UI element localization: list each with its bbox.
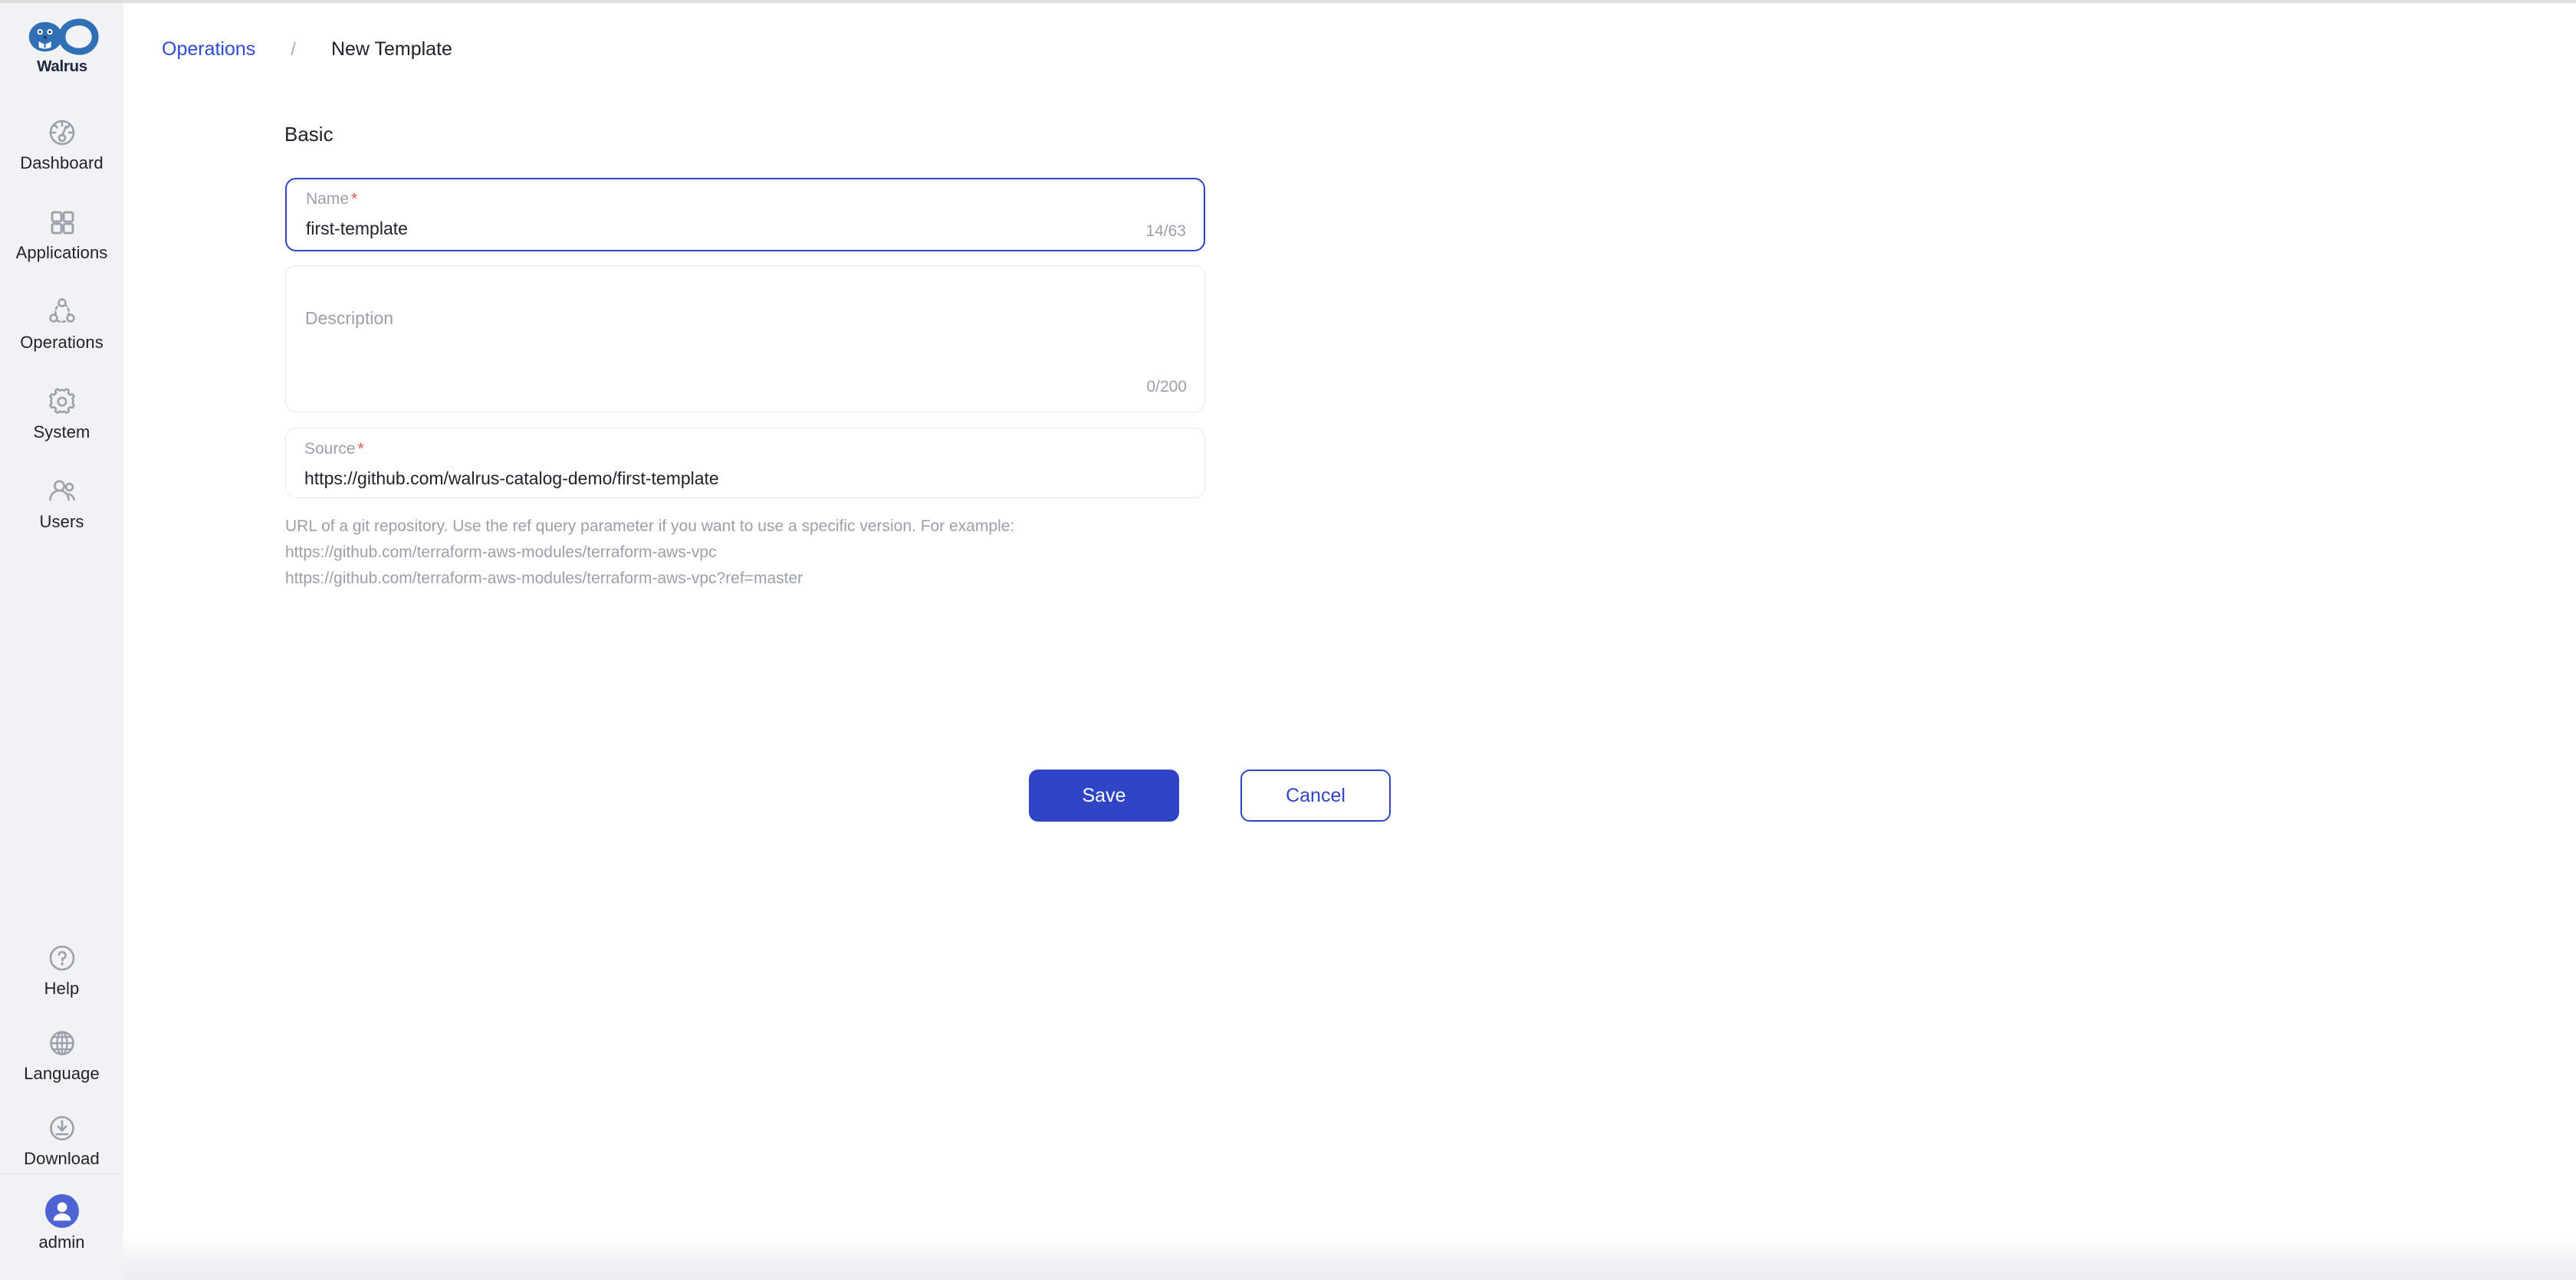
app-window: Operations / New Template Basic Name * f… <box>0 0 2576 1280</box>
sidebar-user-admin[interactable]: admin <box>0 1174 123 1280</box>
brand-logo[interactable]: Walrus <box>0 18 123 76</box>
breadcrumb: Operations / New Template <box>162 38 452 61</box>
sidebar-item-users[interactable]: Users <box>0 464 123 540</box>
sidebar-item-system-label: System <box>33 422 90 441</box>
svg-text:Walrus: Walrus <box>37 57 87 75</box>
walrus-infinity-logo-icon <box>28 18 99 55</box>
name-field-value[interactable]: first-template <box>306 220 408 238</box>
source-hint-line-2: https://github.com/terraform-aws-modules… <box>285 543 717 562</box>
description-field-placeholder: Description <box>305 308 394 328</box>
name-field-label-text: Name <box>306 190 350 208</box>
breadcrumb-link-operations[interactable]: Operations <box>162 38 255 61</box>
dashboard-gauge-icon <box>49 120 74 146</box>
globe-icon <box>49 1031 74 1055</box>
source-hint-text: URL of a git repository. Use the ref que… <box>285 514 1205 592</box>
nodes-network-icon <box>48 298 75 323</box>
name-field-counter: 14/63 <box>1145 222 1186 240</box>
source-required-asterisk: * <box>357 440 364 458</box>
download-circle-icon <box>49 1116 74 1141</box>
sidebar-nav: Dashboard Applications Operations System… <box>0 105 123 553</box>
sidebar: Walrus Dashboard Applications Operations… <box>0 3 123 1280</box>
user-avatar-icon <box>53 1202 71 1221</box>
sidebar-user-label: admin <box>38 1232 85 1252</box>
save-button[interactable]: Save <box>1029 770 1179 822</box>
sidebar-utility-nav: Help Language Download <box>0 934 123 1173</box>
content-bottom-fade <box>123 1236 2576 1280</box>
description-field[interactable]: Description 0/200 <box>285 265 1205 412</box>
name-required-asterisk: * <box>351 190 358 208</box>
walrus-wordmark: Walrus <box>37 57 87 75</box>
source-field-label-text: Source <box>304 440 356 458</box>
sidebar-item-applications-label: Applications <box>15 243 108 262</box>
users-icon <box>48 480 75 501</box>
avatar <box>44 1194 79 1228</box>
sidebar-item-operations[interactable]: Operations <box>0 284 123 360</box>
breadcrumb-current-page: New Template <box>330 38 452 60</box>
section-title-basic: Basic <box>284 123 334 146</box>
basic-form: Name * first-template 14/63 Description … <box>285 178 1205 592</box>
gear-icon <box>48 388 75 414</box>
sidebar-item-dashboard[interactable]: Dashboard <box>0 105 123 181</box>
question-circle-icon <box>49 945 74 971</box>
sidebar-item-operations-label: Operations <box>20 333 104 352</box>
sidebar-item-download-label: Download <box>24 1149 100 1168</box>
cancel-button[interactable]: Cancel <box>1240 770 1391 822</box>
source-field[interactable]: Source * https://github.com/walrus-catal… <box>285 428 1205 498</box>
source-field-label: Source * <box>304 441 364 457</box>
sidebar-item-download[interactable]: Download <box>0 1104 123 1173</box>
main-content-panel: Operations / New Template Basic Name * f… <box>123 3 2576 1280</box>
description-field-counter: 0/200 <box>1146 378 1187 395</box>
breadcrumb-separator: / <box>291 38 296 60</box>
source-hint-line-1: URL of a git repository. Use the ref que… <box>285 517 1015 535</box>
sidebar-item-applications[interactable]: Applications <box>0 195 123 271</box>
sidebar-item-language-label: Language <box>24 1064 100 1083</box>
grid-squares-icon <box>51 211 74 235</box>
sidebar-item-system[interactable]: System <box>0 374 123 450</box>
name-field[interactable]: Name * first-template 14/63 <box>285 178 1205 251</box>
sidebar-item-help[interactable]: Help <box>0 934 123 1003</box>
name-field-label: Name * <box>306 191 357 207</box>
sidebar-item-language[interactable]: Language <box>0 1019 123 1088</box>
sidebar-item-dashboard-label: Dashboard <box>20 153 104 172</box>
source-field-value[interactable]: https://github.com/walrus-catalog-demo/f… <box>304 470 719 487</box>
sidebar-item-users-label: Users <box>39 512 84 531</box>
source-hint-line-3: https://github.com/terraform-aws-modules… <box>285 569 803 588</box>
form-actions: Save Cancel <box>1029 770 1391 822</box>
sidebar-item-help-label: Help <box>44 979 80 998</box>
